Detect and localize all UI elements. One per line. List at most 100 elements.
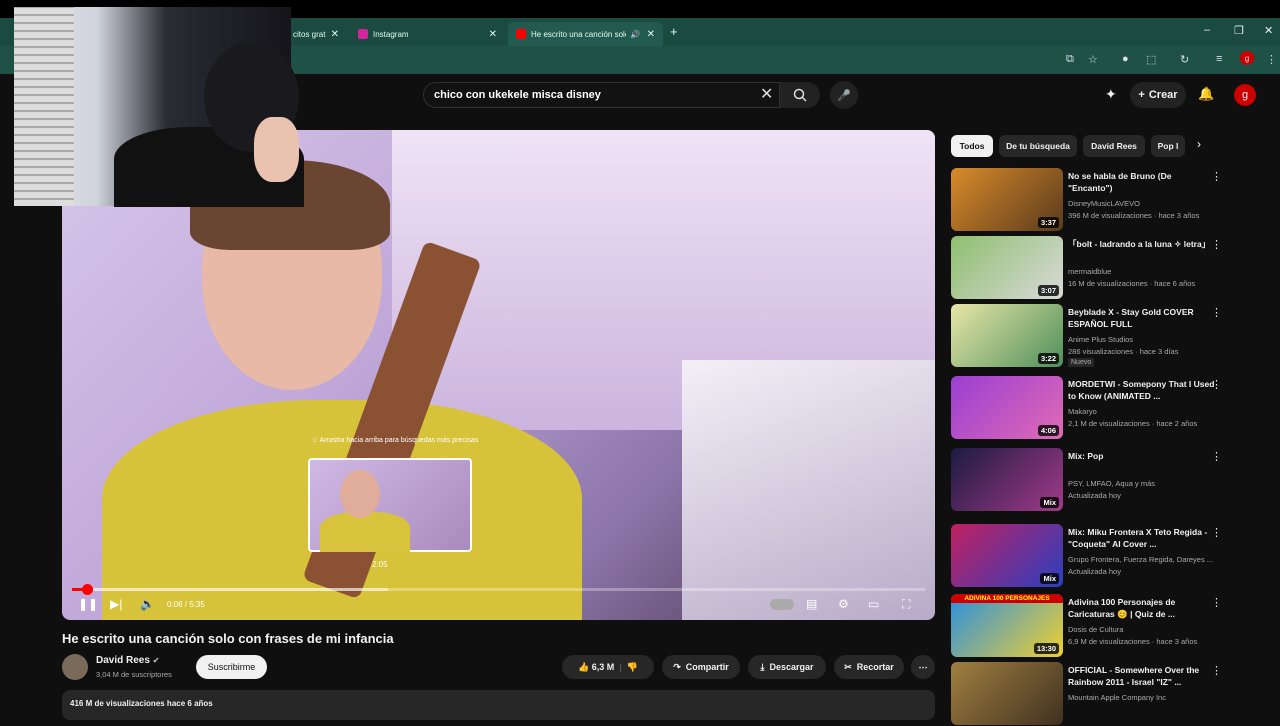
drag-hint: ☆ Arrastra hacia arriba para búsquedas m… <box>311 437 479 444</box>
extension-dot-icon[interactable]: ● <box>1122 53 1129 65</box>
verified-icon: ✔ <box>152 656 160 665</box>
create-button[interactable]: + Crear <box>1130 82 1186 108</box>
install-app-icon[interactable]: ⧉ <box>1066 53 1074 66</box>
more-options-icon[interactable]: ⋮ <box>1211 170 1222 183</box>
search-button[interactable] <box>780 82 820 108</box>
more-options-icon[interactable]: ⋮ <box>1211 306 1222 319</box>
voice-search-button[interactable]: 🎤 <box>830 81 858 109</box>
close-tab-icon[interactable]: ✕ <box>647 29 655 40</box>
recommendation-channel[interactable]: Dosis de Cultura <box>1068 624 1228 635</box>
notifications-bell-icon[interactable]: 🔔 <box>1198 86 1214 102</box>
like-button[interactable]: 👍 6,3 M <box>578 662 614 673</box>
new-tab-button[interactable]: + <box>670 24 678 39</box>
recommendation-title[interactable]: Mix: Miku Frontera X Teto Regida - "Coqu… <box>1068 526 1218 550</box>
extensions-puzzle-icon[interactable]: ⬚ <box>1146 53 1156 66</box>
recommendation-meta: Actualizada hoy <box>1068 567 1121 576</box>
more-options-icon[interactable]: ⋮ <box>1211 526 1222 539</box>
recommendation-title[interactable]: Mix: Pop <box>1068 450 1218 462</box>
browser-menu-icon[interactable]: ⋮ <box>1266 53 1277 66</box>
next-button[interactable]: ▶| <box>110 597 122 611</box>
volume-icon[interactable]: 🔈 <box>140 597 155 611</box>
settings-gear-icon[interactable]: ⚙ <box>838 597 849 611</box>
close-tab-icon[interactable]: ✕ <box>331 29 339 40</box>
more-options-icon[interactable]: ⋮ <box>1211 450 1222 463</box>
recommendation-item[interactable]: 4:06 MORDETWI - Somepony That I Used to K… <box>951 376 1271 440</box>
chip-todos[interactable]: Todos <box>951 135 993 157</box>
autoplay-toggle[interactable] <box>770 599 794 610</box>
browser-tab-1[interactable]: citos grat ✕ <box>285 22 347 46</box>
channel-avatar[interactable] <box>62 654 88 680</box>
browser-tab-instagram[interactable]: Instagram ✕ <box>350 22 505 46</box>
recommendation-thumbnail[interactable]: ADIVINA 100 PERSONAJES 13:30 <box>951 594 1063 657</box>
close-tab-icon[interactable]: ✕ <box>489 29 497 40</box>
recommendation-channel[interactable]: Grupo Frontera, Fuerza Regida, Dareyes .… <box>1068 554 1228 565</box>
account-avatar[interactable]: g <box>1234 84 1256 106</box>
recommendation-channel[interactable]: Makaryo <box>1068 406 1228 417</box>
fullscreen-icon[interactable]: ⛶ <box>902 597 910 612</box>
recommendation-item[interactable]: ADIVINA 100 PERSONAJES 13:30 Adivina 100 P… <box>951 594 1271 658</box>
profile-avatar[interactable]: g <box>1240 51 1254 65</box>
minimize-button[interactable]: – <box>1204 24 1210 36</box>
recommendation-thumbnail[interactable]: 3:07 <box>951 236 1063 299</box>
history-icon[interactable]: ↻ <box>1180 53 1189 66</box>
chip-pop[interactable]: Pop l <box>1151 135 1185 157</box>
clear-search-icon[interactable]: ✕ <box>760 84 773 104</box>
recommendation-thumbnail[interactable]: 3:37 <box>951 168 1063 231</box>
recommendation-thumbnail[interactable]: Mix <box>951 448 1063 511</box>
pause-button[interactable]: ❚❚ <box>78 597 98 611</box>
chip-de-tu-busqueda[interactable]: De tu búsqueda <box>999 135 1077 157</box>
share-label: Compartir <box>685 662 729 672</box>
recommendation-title[interactable]: MORDETWI - Somepony That I Used to Know … <box>1068 378 1218 402</box>
recommendation-item[interactable]: 3:37 No se habla de Bruno (De "Encanto") D… <box>951 168 1271 232</box>
recommendation-title[interactable]: OFFICIAL - Somewhere Over the Rainbow 20… <box>1068 664 1218 688</box>
recommendation-thumbnail[interactable]: 4:06 <box>951 376 1063 439</box>
subscribe-button[interactable]: Suscribirme <box>196 655 267 679</box>
chip-david-rees[interactable]: David Rees <box>1083 135 1145 157</box>
search-input[interactable]: chico con ukekele misca disney <box>423 82 780 108</box>
description-box[interactable]: 416 M de visualizaciones hace 6 años <box>62 690 935 720</box>
theater-mode-icon[interactable]: ▭ <box>868 597 879 611</box>
recommendation-item[interactable]: OFFICIAL - Somewhere Over the Rainbow 20… <box>951 662 1271 726</box>
close-window-button[interactable]: ✕ <box>1264 24 1273 37</box>
recommendation-item[interactable]: Mix Mix: Miku Frontera X Teto Regida - "C… <box>951 524 1271 588</box>
recommendation-channel[interactable]: Anime Plus Studios <box>1068 334 1228 345</box>
reading-list-icon[interactable]: ≡ <box>1216 53 1222 65</box>
chevron-right-icon[interactable]: › <box>1197 137 1201 151</box>
more-options-icon[interactable]: ⋮ <box>1211 378 1222 391</box>
download-button[interactable]: ⤓ Descargar <box>748 655 826 679</box>
recommendation-title[interactable]: Adivina 100 Personajes de Caricaturas 😊 … <box>1068 596 1218 620</box>
recommendation-title[interactable]: No se habla de Bruno (De "Encanto") <box>1068 170 1218 194</box>
share-button[interactable]: ↷ Compartir <box>662 655 740 679</box>
channel-name[interactable]: David Rees ✔ <box>96 655 159 666</box>
maximize-button[interactable]: ❐ <box>1234 24 1244 37</box>
recommendation-item[interactable]: 3:07 「bolt - ladrando a la luna ✧ letra」 m… <box>951 236 1271 300</box>
duration-badge: 3:07 <box>1037 285 1059 296</box>
browser-tab-youtube[interactable]: He escrito una canción solo 🔊 ✕ <box>508 22 663 46</box>
more-options-icon[interactable]: ⋮ <box>1211 664 1222 677</box>
share-icon: ↷ <box>673 661 681 672</box>
recommendation-thumbnail[interactable]: Mix <box>951 524 1063 587</box>
clip-button[interactable]: ✂ Recortar <box>834 655 904 679</box>
more-options-icon[interactable]: ⋮ <box>1211 596 1222 609</box>
progress-scrubber[interactable] <box>82 584 94 595</box>
video-frame-bed <box>682 360 935 620</box>
bookmark-star-icon[interactable]: ☆ <box>1088 53 1098 66</box>
recommendation-thumbnail[interactable]: 3:22 <box>951 304 1063 367</box>
audio-playing-icon[interactable]: 🔊 <box>630 30 640 39</box>
progress-bar[interactable] <box>72 584 925 595</box>
sparkle-icon[interactable]: ✦ <box>1105 86 1117 103</box>
more-options-icon[interactable]: ⋮ <box>1211 238 1222 251</box>
subtitles-icon[interactable]: ▤ <box>806 597 817 611</box>
more-actions-button[interactable]: ⋯ <box>911 655 935 679</box>
tab-title: Instagram <box>373 29 409 39</box>
dislike-button[interactable]: 👎 <box>627 662 638 673</box>
recommendation-title[interactable]: Beyblade X - Stay Gold COVER ESPAÑOL FUL… <box>1068 306 1218 330</box>
recommendation-channel[interactable]: Mountain Apple Company Inc <box>1068 692 1228 703</box>
recommendation-channel[interactable]: DisneyMusicLAVEVO <box>1068 198 1228 209</box>
recommendation-title[interactable]: 「bolt - ladrando a la luna ✧ letra」 <box>1068 238 1218 250</box>
recommendation-item[interactable]: Mix Mix: Pop PSY, LMFAO, Aqua y más Actuali… <box>951 448 1271 512</box>
recommendation-item[interactable]: 3:22 Beyblade X - Stay Gold COVER ESPAÑOL… <box>951 304 1271 368</box>
recommendation-thumbnail[interactable] <box>951 662 1063 725</box>
recommendation-channel[interactable]: mermaidblue <box>1068 266 1228 277</box>
recommendation-channel[interactable]: PSY, LMFAO, Aqua y más <box>1068 478 1228 489</box>
